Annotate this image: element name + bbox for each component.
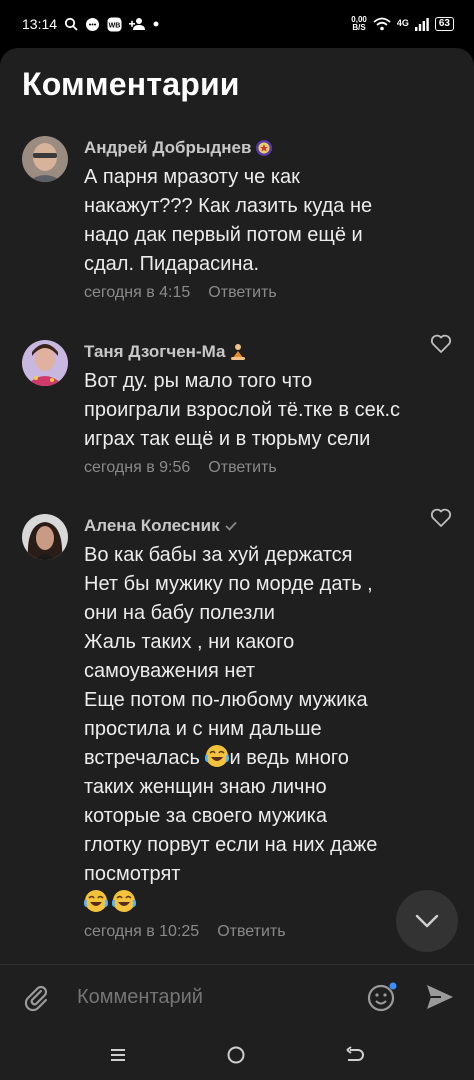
- avatar[interactable]: [22, 340, 68, 386]
- emoji-picker-icon[interactable]: [366, 981, 398, 1013]
- comment-body: Андрей Добрыднев А парня мразоту че как …: [84, 136, 454, 302]
- comment-time: сегодня в 10:25: [84, 923, 200, 940]
- comment-body: Таня Дзогчен-Ма Вот ду. ры мало того что…: [84, 340, 454, 477]
- author-name: Андрей Добрыднев: [84, 138, 252, 157]
- network-type: 4G: [396, 18, 409, 28]
- battery-indicator: 63: [434, 17, 454, 31]
- recent-apps-icon[interactable]: [109, 1046, 127, 1064]
- status-right: 0,00 B/S 4G 63: [351, 16, 454, 32]
- avatar[interactable]: [22, 136, 68, 182]
- comment-body: Алена Колесник Во как бабы за хуй держат…: [83, 514, 454, 941]
- system-nav-bar: [0, 1030, 474, 1080]
- comment-time: сегодня в 4:15: [84, 284, 191, 301]
- svg-text:WB: WB: [109, 22, 121, 29]
- comment-input[interactable]: [75, 985, 349, 1010]
- comment-composer: [0, 964, 474, 1031]
- comment-item: Андрей Добрыднев А парня мразоту че как …: [22, 136, 454, 353]
- network-speed-unit: B/S: [352, 23, 366, 32]
- comment-text-part-1: Во как бабы за хуй держатся Нет бы мужик…: [84, 544, 373, 769]
- comment-text: Вот ду. ры мало того что проиграли взрос…: [84, 370, 401, 450]
- crying-laughing-emoji-icon: [205, 745, 230, 767]
- send-icon[interactable]: [425, 983, 455, 1011]
- status-time: 13:14: [22, 16, 58, 32]
- scroll-down-button[interactable]: [396, 890, 458, 952]
- comment-text: А парня мразоту че как накажут??? Как ла…: [84, 166, 373, 275]
- reply-button[interactable]: Ответить: [217, 923, 285, 941]
- page-title: Комментарии: [22, 66, 240, 102]
- comment-time: сегодня в 9:56: [84, 459, 191, 476]
- messenger-icon: [86, 17, 100, 31]
- notification-dot-icon: [153, 21, 159, 27]
- comment-author[interactable]: Алена Колесник: [84, 514, 454, 538]
- status-bar: 13:14 WB 0,00 B/S 4G 63: [0, 0, 474, 48]
- search-icon: [64, 17, 78, 31]
- comment-item: Таня Дзогчен-Ма Вот ду. ры мало того что…: [22, 340, 454, 527]
- author-name: Алена Колесник: [84, 516, 220, 535]
- home-icon[interactable]: [226, 1045, 246, 1065]
- crying-laughing-emoji-icon: [83, 890, 109, 912]
- comment-author[interactable]: Таня Дзогчен-Ма: [84, 340, 454, 364]
- comment-item: Алена Колесник Во как бабы за хуй держат…: [22, 514, 452, 964]
- comment-meta: сегодня в 4:15 Ответить: [84, 284, 454, 302]
- chevron-down-icon: [415, 914, 439, 928]
- comments-sheet: Комментарии Андрей Добрыднев А парня мра…: [0, 48, 474, 1080]
- attach-icon[interactable]: [22, 983, 52, 1013]
- add-user-icon: [129, 18, 146, 30]
- crying-laughing-emoji-icon: [111, 890, 137, 912]
- wb-app-icon: WB: [107, 17, 122, 31]
- status-left: 13:14 WB: [22, 16, 159, 32]
- purple-star-badge-icon: [256, 140, 273, 156]
- reply-button[interactable]: Ответить: [208, 284, 276, 302]
- avatar[interactable]: [22, 514, 68, 560]
- signal-icon: [414, 17, 429, 31]
- reply-button[interactable]: Ответить: [208, 459, 276, 477]
- meditation-emoji-icon: [231, 344, 246, 360]
- comment-text: Во как бабы за хуй держатся Нет бы мужик…: [83, 541, 454, 918]
- comment-meta: сегодня в 9:56 Ответить: [84, 459, 454, 477]
- author-name: Таня Дзогчен-Ма: [84, 342, 226, 361]
- network-speed: 0,00 B/S: [351, 16, 367, 32]
- comment-author[interactable]: Андрей Добрыднев: [84, 136, 454, 160]
- back-icon[interactable]: [344, 1046, 364, 1064]
- wifi-icon: [373, 17, 391, 31]
- verified-check-icon: [224, 521, 237, 531]
